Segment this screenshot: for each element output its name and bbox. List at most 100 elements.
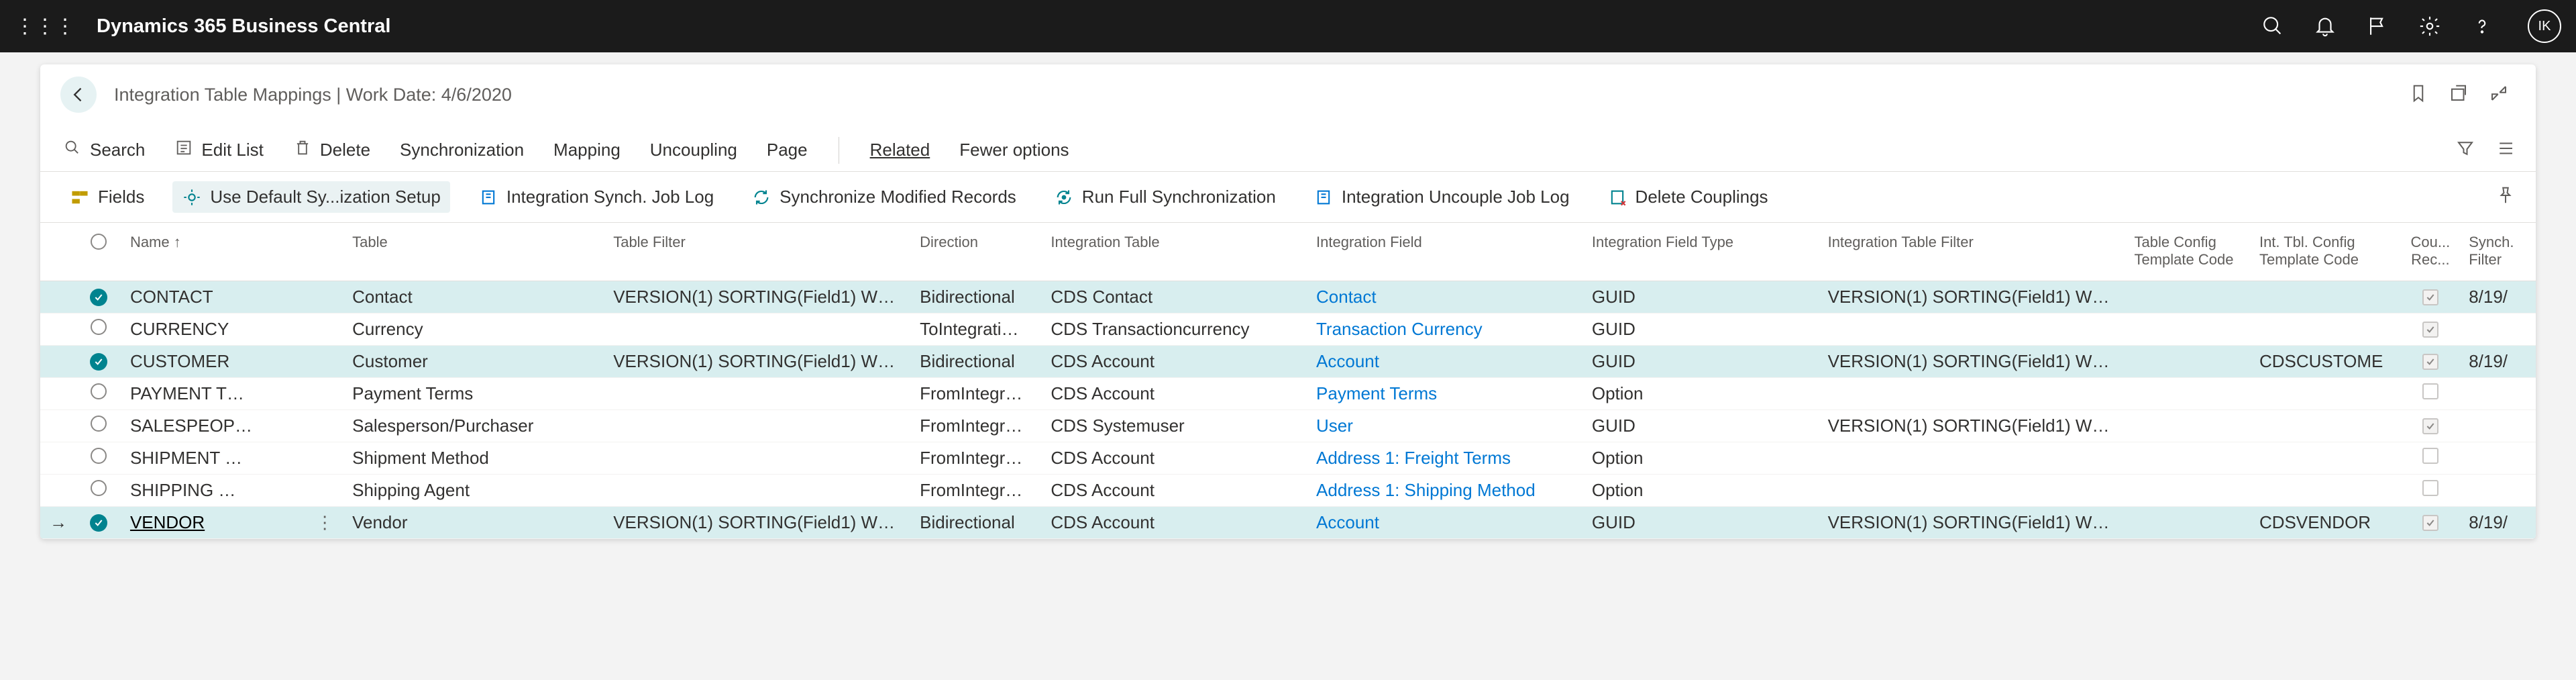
cell-synch-filter: 8/19/: [2459, 346, 2536, 378]
uncouple-log-button[interactable]: Integration Uncouple Job Log: [1304, 181, 1579, 213]
gear-icon[interactable]: [2416, 13, 2443, 40]
cell-integration-field-type: Option: [1582, 378, 1819, 410]
col-integration-table[interactable]: Integration Table: [1041, 223, 1307, 281]
pin-icon[interactable]: [2496, 185, 2516, 209]
cell-integration-table: CDS Account: [1041, 442, 1307, 475]
row-select-radio[interactable]: [91, 480, 107, 496]
row-menu-icon[interactable]: [307, 313, 343, 346]
cell-integration-table: CDS Systemuser: [1041, 410, 1307, 442]
col-table-config-code[interactable]: Table Config Template Code: [2125, 223, 2250, 281]
row-menu-icon[interactable]: [307, 442, 343, 475]
cell-int-tbl-config-code: [2250, 410, 2402, 442]
col-synch-filter[interactable]: Synch. Filter: [2459, 223, 2536, 281]
filter-icon[interactable]: [2455, 138, 2475, 162]
cell-integration-field-type: GUID: [1582, 346, 1819, 378]
fewer-options-label: Fewer options: [959, 140, 1069, 160]
cell-direction: FromIntegr…: [910, 378, 1041, 410]
cell-table: Vendor: [343, 507, 604, 539]
sync-modified-button[interactable]: Synchronize Modified Records: [742, 181, 1026, 213]
col-table-filter[interactable]: Table Filter: [604, 223, 910, 281]
cell-integration-field: Address 1: Freight Terms: [1307, 442, 1582, 475]
row-menu-icon[interactable]: [307, 281, 343, 313]
row-name: CURRENCY: [130, 319, 229, 339]
fields-button[interactable]: Fields: [60, 181, 154, 213]
couple-checkbox: [2422, 354, 2438, 370]
table-row[interactable]: SHIPMENT …Shipment MethodFromIntegr…CDS …: [40, 442, 2536, 475]
cell-table-config-code: [2125, 410, 2250, 442]
synchronization-label: Synchronization: [400, 140, 524, 160]
avatar[interactable]: IK: [2528, 9, 2561, 43]
delete-couplings-button[interactable]: Delete Couplings: [1598, 181, 1778, 213]
cell-integration-table: CDS Contact: [1041, 281, 1307, 313]
table-row[interactable]: SALESPEOP…Salesperson/PurchaserFromInteg…: [40, 410, 2536, 442]
table-row[interactable]: PAYMENT T…Payment TermsFromIntegr…CDS Ac…: [40, 378, 2536, 410]
cell-table: Contact: [343, 281, 604, 313]
row-selected-icon[interactable]: [90, 353, 107, 371]
cell-table-filter: VERSION(1) SORTING(Field1) W…: [604, 281, 910, 313]
cell-integration-field-type: GUID: [1582, 410, 1819, 442]
col-integration-field-type[interactable]: Integration Field Type: [1582, 223, 1819, 281]
row-select-radio[interactable]: [91, 383, 107, 399]
couple-checkbox: [2422, 418, 2438, 434]
col-name[interactable]: Name ↑: [121, 223, 307, 281]
row-menu-icon[interactable]: [307, 378, 343, 410]
col-select-all[interactable]: [76, 223, 121, 281]
row-menu-icon[interactable]: [307, 410, 343, 442]
app-title: Dynamics 365 Business Central: [97, 15, 2259, 38]
table-row[interactable]: CUSTOMERCustomerVERSION(1) SORTING(Field…: [40, 346, 2536, 378]
help-icon[interactable]: [2469, 13, 2496, 40]
bell-icon[interactable]: [2312, 13, 2339, 40]
row-menu-icon[interactable]: ⋮: [307, 507, 343, 539]
table-row[interactable]: CURRENCYCurrencyToIntegrati…CDS Transact…: [40, 313, 2536, 346]
back-button[interactable]: [60, 77, 97, 113]
search-button[interactable]: Search: [60, 132, 148, 168]
row-select-radio[interactable]: [91, 319, 107, 335]
col-int-tbl-config-code[interactable]: Int. Tbl. Config Template Code: [2250, 223, 2402, 281]
cell-table: Salesperson/Purchaser: [343, 410, 604, 442]
list-view-icon[interactable]: [2496, 138, 2516, 162]
run-full-sync-button[interactable]: Run Full Synchronization: [1044, 181, 1285, 213]
row-select-radio[interactable]: [91, 448, 107, 464]
job-log-button[interactable]: Integration Synch. Job Log: [469, 181, 723, 213]
cell-integration-table-filter: VERSION(1) SORTING(Field1) W…: [1819, 281, 2125, 313]
delete-couplings-label: Delete Couplings: [1635, 187, 1768, 207]
cell-direction: FromIntegr…: [910, 442, 1041, 475]
use-default-setup-button[interactable]: Use Default Sy...ization Setup: [172, 181, 449, 213]
related-menu[interactable]: Related: [867, 133, 933, 167]
couple-checkbox: [2422, 448, 2438, 464]
popout-icon[interactable]: [2449, 83, 2469, 107]
row-menu-icon[interactable]: [307, 475, 343, 507]
row-name-link[interactable]: VENDOR: [130, 512, 205, 532]
app-launcher-icon[interactable]: ⋮⋮⋮: [15, 15, 75, 38]
col-integration-table-filter[interactable]: Integration Table Filter: [1819, 223, 2125, 281]
cell-synch-filter: [2459, 475, 2536, 507]
row-pointer: [40, 378, 76, 410]
col-direction[interactable]: Direction: [910, 223, 1041, 281]
col-table[interactable]: Table: [343, 223, 604, 281]
synchronization-menu[interactable]: Synchronization: [397, 133, 527, 167]
table-row[interactable]: →VENDOR⋮VendorVERSION(1) SORTING(Field1)…: [40, 507, 2536, 539]
row-name: CUSTOMER: [130, 351, 229, 371]
cell-integration-table-filter: VERSION(1) SORTING(Field1) W…: [1819, 346, 2125, 378]
row-select-radio[interactable]: [91, 416, 107, 432]
col-integration-field[interactable]: Integration Field: [1307, 223, 1582, 281]
row-name: SHIPMENT …: [130, 448, 242, 468]
table-row[interactable]: CONTACTContactVERSION(1) SORTING(Field1)…: [40, 281, 2536, 313]
row-menu-icon[interactable]: [307, 346, 343, 378]
couple-checkbox: [2422, 289, 2438, 305]
mapping-menu[interactable]: Mapping: [551, 133, 623, 167]
table-row[interactable]: SHIPPING …Shipping AgentFromIntegr…CDS A…: [40, 475, 2536, 507]
cell-integration-field: Account: [1307, 507, 1582, 539]
row-selected-icon[interactable]: [90, 289, 107, 306]
search-icon[interactable]: [2259, 13, 2286, 40]
edit-list-button[interactable]: Edit List: [172, 132, 266, 168]
fewer-options-button[interactable]: Fewer options: [957, 133, 1071, 167]
row-selected-icon[interactable]: [90, 514, 107, 532]
delete-button[interactable]: Delete: [290, 132, 373, 168]
uncoupling-menu[interactable]: Uncoupling: [647, 133, 740, 167]
flag-icon[interactable]: [2364, 13, 2391, 40]
page-menu[interactable]: Page: [764, 133, 810, 167]
collapse-icon[interactable]: [2489, 83, 2509, 107]
bookmark-icon[interactable]: [2408, 83, 2428, 107]
col-couple-records[interactable]: Cou... Rec...: [2401, 223, 2459, 281]
